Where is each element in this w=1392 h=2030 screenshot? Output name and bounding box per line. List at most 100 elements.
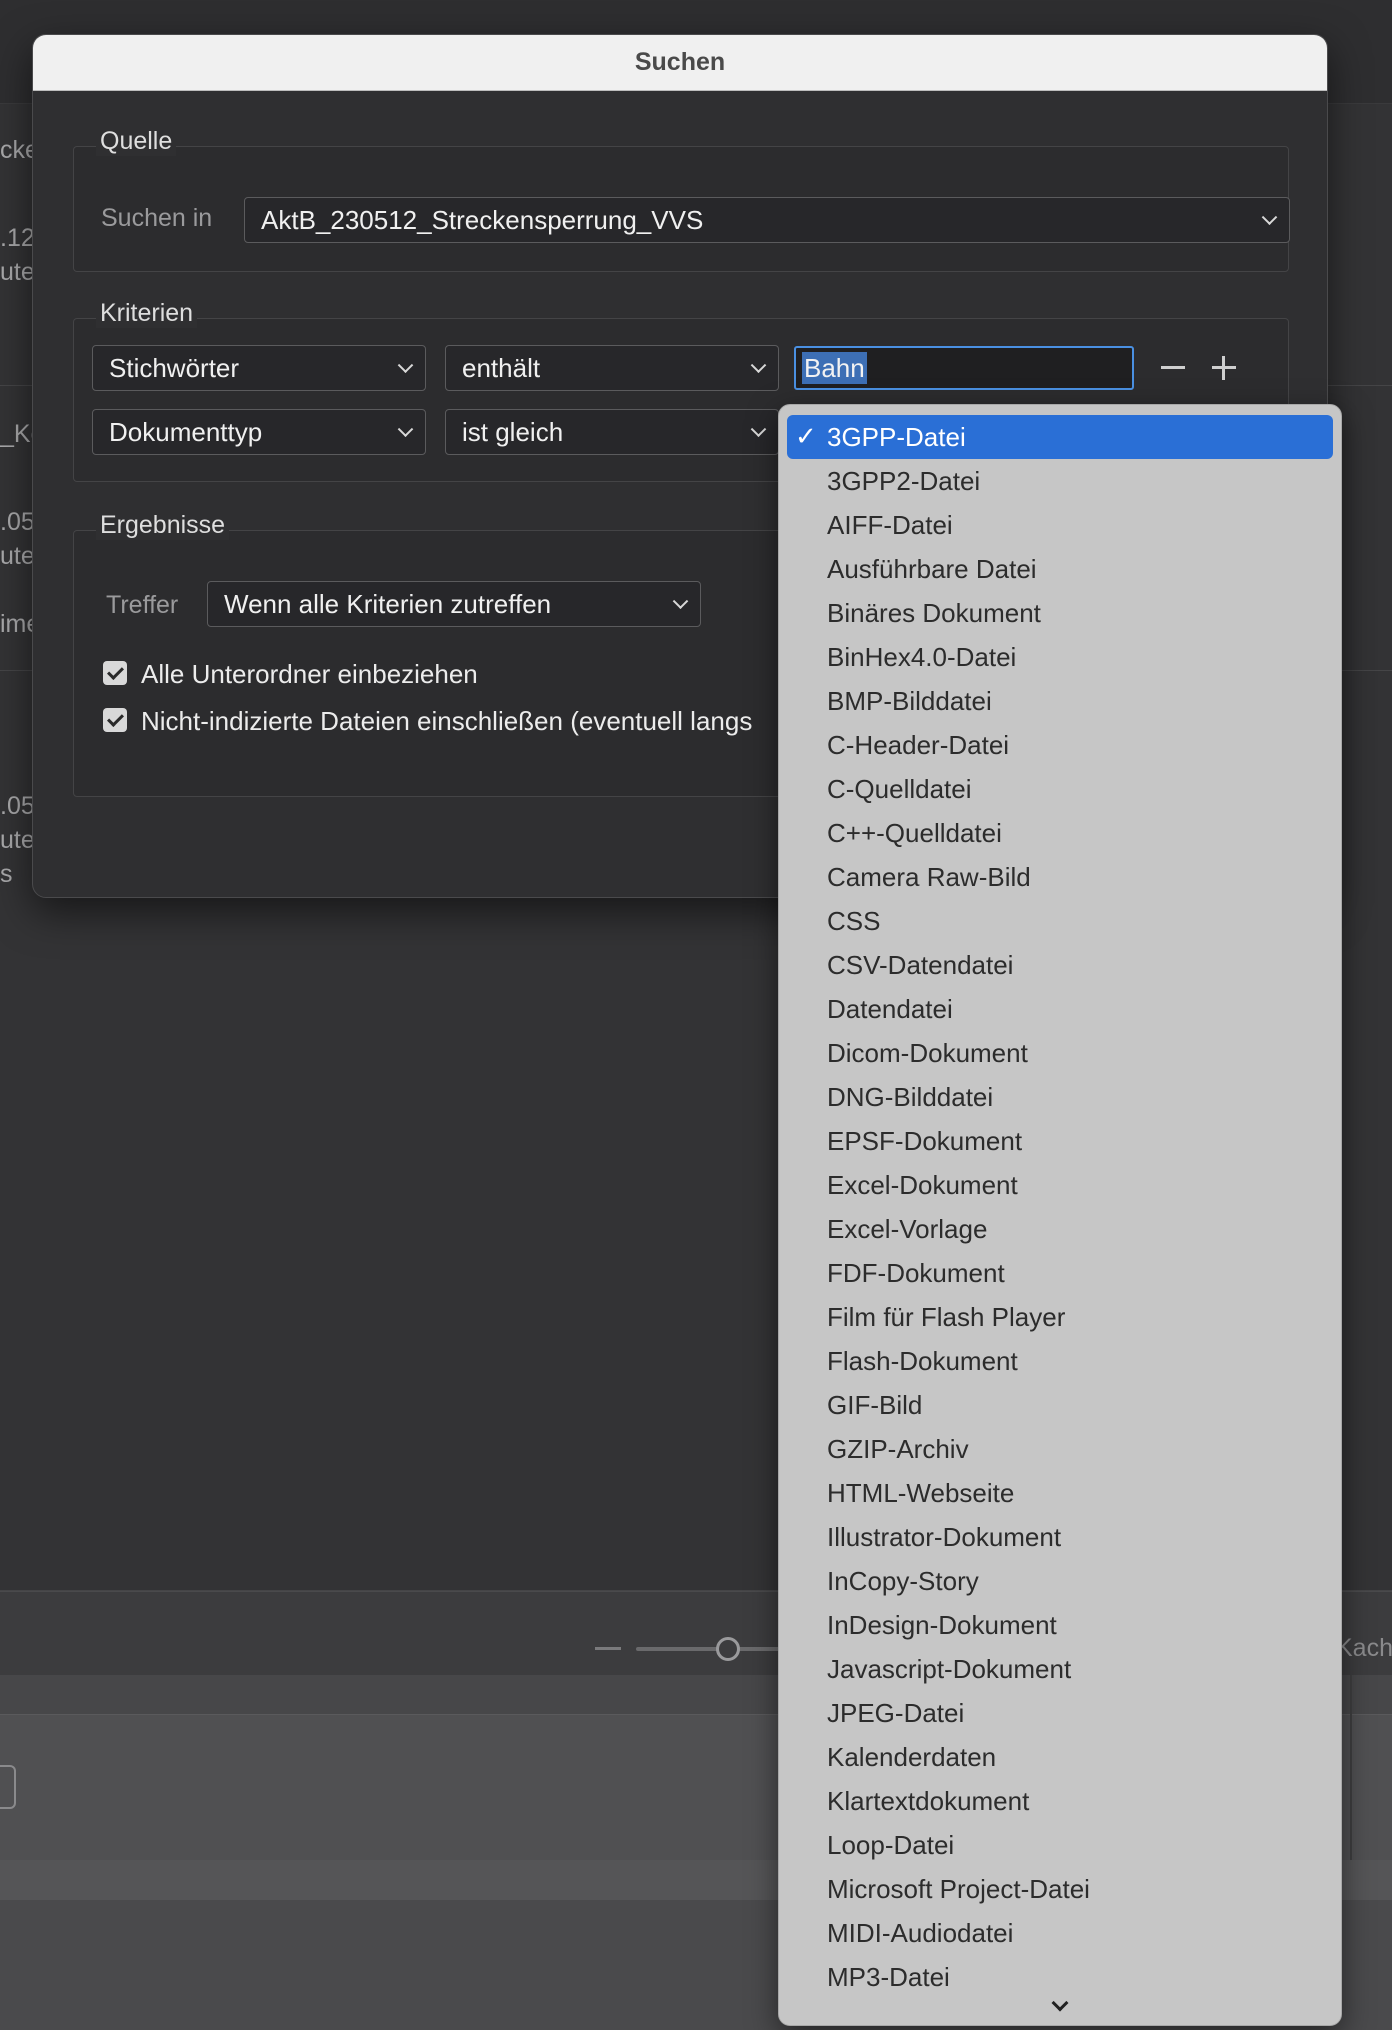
dropdown-item-label: BMP-Bilddatei [827, 685, 992, 716]
dropdown-item-label: Camera Raw-Bild [827, 861, 1031, 892]
checkmark-icon: ✓ [795, 421, 817, 451]
criteria-field-select[interactable]: Stichwörter [92, 345, 426, 391]
dropdown-item-label: Microsoft Project-Datei [827, 1873, 1090, 1904]
dropdown-item[interactable]: Kalenderdaten [779, 1735, 1341, 1779]
dropdown-item[interactable]: DNG-Bilddatei [779, 1075, 1341, 1119]
dropdown-item[interactable]: BinHex4.0-Datei [779, 635, 1341, 679]
criteria-group-label: Kriterien [96, 299, 198, 328]
dropdown-item-label: C++-Quelldatei [827, 817, 1002, 848]
dropdown-item[interactable]: MIDI-Audiodatei [779, 1911, 1341, 1955]
dropdown-list: ✓ 3GPP-Datei 3GPP2-Datei AIFF-Datei Ausführb… [779, 415, 1341, 1995]
dropdown-item-label: JPEG-Datei [827, 1697, 965, 1728]
view-mode-label[interactable]: Kach [1336, 1634, 1392, 1663]
criteria-operator-value: ist gleich [462, 416, 564, 447]
background-control[interactable] [0, 1765, 16, 1809]
criteria-operator-select[interactable]: enthält [445, 345, 779, 391]
include-unindexed-checkbox[interactable] [103, 708, 127, 732]
dropdown-item[interactable]: Flash-Dokument [779, 1339, 1341, 1383]
include-unindexed-label: Nicht-indizierte Dateien einschließen (e… [141, 706, 753, 736]
results-group-label: Ergebnisse [96, 511, 230, 540]
chevron-down-icon [1261, 209, 1278, 226]
dropdown-item[interactable]: Excel-Dokument [779, 1163, 1341, 1207]
dropdown-item[interactable]: CSS [779, 899, 1341, 943]
dropdown-item[interactable]: C-Header-Datei [779, 723, 1341, 767]
dropdown-item[interactable]: Klartextdokument [779, 1779, 1341, 1823]
dropdown-item[interactable]: Binäres Dokument [779, 591, 1341, 635]
dropdown-item[interactable]: GZIP-Archiv [779, 1427, 1341, 1471]
zoom-slider-knob[interactable] [716, 1637, 740, 1661]
dropdown-item[interactable]: InDesign-Dokument [779, 1603, 1341, 1647]
dropdown-item[interactable]: Microsoft Project-Datei [779, 1867, 1341, 1911]
dropdown-item[interactable]: AIFF-Datei [779, 503, 1341, 547]
dropdown-item-label: 3GPP2-Datei [827, 465, 981, 496]
source-group-label: Quelle [96, 127, 177, 156]
dropdown-item[interactable]: GIF-Bild [779, 1383, 1341, 1427]
remove-criterion-button[interactable] [1158, 353, 1188, 383]
match-label: Treffer [106, 591, 179, 619]
dropdown-item-label: AIFF-Datei [827, 509, 953, 540]
background-text: ute [0, 258, 34, 286]
dropdown-item[interactable]: Film für Flash Player [779, 1295, 1341, 1339]
dropdown-item[interactable]: Ausführbare Datei [779, 547, 1341, 591]
background-text: .05 [0, 508, 34, 536]
dropdown-item[interactable]: HTML-Webseite [779, 1471, 1341, 1515]
dropdown-item[interactable]: FDF-Dokument [779, 1251, 1341, 1295]
dropdown-item-label: Kalenderdaten [827, 1741, 997, 1772]
background-text: ute [0, 826, 34, 854]
dropdown-item-label: BinHex4.0-Datei [827, 641, 1017, 672]
criteria-field-select[interactable]: Dokumenttyp [92, 409, 426, 455]
criteria-operator-select[interactable]: ist gleich [445, 409, 779, 455]
dropdown-item-label: C-Quelldatei [827, 773, 972, 804]
background-text: ime [0, 610, 34, 638]
dropdown-item-label: MIDI-Audiodatei [827, 1917, 1014, 1948]
zoom-slider[interactable] [636, 1647, 786, 1651]
dropdown-item[interactable]: JPEG-Datei [779, 1691, 1341, 1735]
search-in-value: AktB_230512_Streckensperrung_VVS [261, 204, 704, 235]
dropdown-item[interactable]: Camera Raw-Bild [779, 855, 1341, 899]
document-type-dropdown: ✓ 3GPP-Datei 3GPP2-Datei AIFF-Datei Ausführb… [778, 404, 1342, 2026]
dropdown-item[interactable]: CSV-Datendatei [779, 943, 1341, 987]
dropdown-item-label: Binäres Dokument [827, 597, 1041, 628]
criteria-field-value: Dokumenttyp [109, 416, 263, 447]
dropdown-item[interactable]: InCopy-Story [779, 1559, 1341, 1603]
dropdown-item[interactable]: BMP-Bilddatei [779, 679, 1341, 723]
dropdown-item-label: MP3-Datei [827, 1961, 950, 1992]
dropdown-item[interactable]: Datendatei [779, 987, 1341, 1031]
dropdown-item[interactable]: 3GPP2-Datei [779, 459, 1341, 503]
include-subfolders-checkbox[interactable] [103, 661, 127, 685]
dropdown-item[interactable]: Loop-Datei [779, 1823, 1341, 1867]
background-text: _Ko [0, 420, 34, 448]
dropdown-item-label: EPSF-Dokument [827, 1125, 1023, 1156]
chevron-down-icon [397, 421, 414, 438]
dropdown-item[interactable]: C++-Quelldatei [779, 811, 1341, 855]
search-in-label: Suchen in [101, 204, 213, 232]
dialog-title: Suchen [634, 48, 726, 76]
dropdown-item[interactable]: ✓ 3GPP-Datei [787, 415, 1333, 459]
dropdown-item[interactable]: C-Quelldatei [779, 767, 1341, 811]
dropdown-item-label: DNG-Bilddatei [827, 1081, 994, 1112]
dropdown-item-label: Datendatei [827, 993, 953, 1024]
dropdown-item[interactable]: EPSF-Dokument [779, 1119, 1341, 1163]
dropdown-item[interactable]: Javascript-Dokument [779, 1647, 1341, 1691]
scroll-down-button[interactable] [779, 1991, 1341, 2025]
dialog-titlebar[interactable]: Suchen [33, 35, 1327, 91]
background-text: s [0, 860, 13, 888]
dropdown-item[interactable]: Illustrator-Dokument [779, 1515, 1341, 1559]
dropdown-item[interactable]: Dicom-Dokument [779, 1031, 1341, 1075]
add-criterion-button[interactable] [1209, 353, 1239, 383]
dropdown-item[interactable]: Excel-Vorlage [779, 1207, 1341, 1251]
search-in-select[interactable]: AktB_230512_Streckensperrung_VVS [244, 197, 1290, 243]
dropdown-item-label: Javascript-Dokument [827, 1653, 1072, 1684]
dropdown-item[interactable]: MP3-Datei [779, 1955, 1341, 1995]
background-text: .05 [0, 792, 34, 820]
chevron-down-icon [750, 421, 767, 438]
match-select[interactable]: Wenn alle Kriterien zutreffen [207, 581, 701, 627]
dropdown-item-label: 3GPP-Datei [827, 421, 966, 452]
chevron-down-icon [1051, 1994, 1069, 2012]
background-text: ute [0, 542, 34, 570]
zoom-out-icon[interactable] [595, 1647, 621, 1650]
minus-icon [1161, 366, 1185, 369]
criteria-value-input[interactable]: Bahn [794, 346, 1134, 390]
dropdown-item-label: Loop-Datei [827, 1829, 955, 1860]
criteria-value-text: Bahn [802, 352, 867, 384]
